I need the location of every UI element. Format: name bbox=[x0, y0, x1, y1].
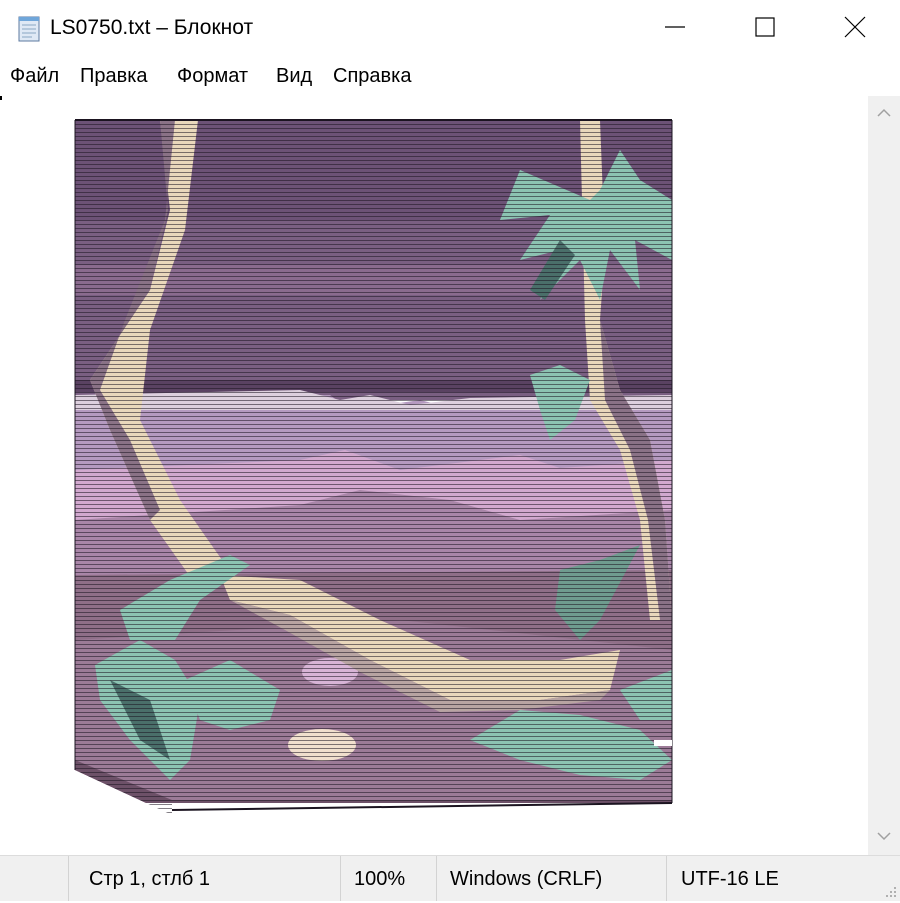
chevron-up-icon bbox=[877, 105, 891, 123]
menu-view[interactable]: Вид bbox=[274, 65, 314, 88]
minimize-button[interactable] bbox=[630, 0, 720, 58]
menu-bar: Файл Правка Формат Вид Справка bbox=[0, 58, 900, 96]
status-line-endings-label: Windows (CRLF) bbox=[450, 868, 603, 890]
title-bar[interactable]: LS0750.txt – Блокнот bbox=[0, 0, 900, 58]
status-encoding: UTF-16 LE bbox=[666, 856, 899, 901]
status-zoom: 100% bbox=[340, 856, 437, 901]
status-encoding-label: UTF-16 LE bbox=[681, 868, 779, 890]
close-button[interactable] bbox=[810, 0, 900, 58]
scroll-up-button[interactable] bbox=[868, 102, 900, 126]
ascii-art-image bbox=[74, 119, 673, 815]
scroll-down-button[interactable] bbox=[868, 825, 900, 849]
menu-file[interactable]: Файл bbox=[8, 65, 61, 88]
menu-format[interactable]: Формат bbox=[175, 65, 250, 88]
status-line-endings: Windows (CRLF) bbox=[436, 856, 667, 901]
status-cursor-position: Стр 1, стлб 1 bbox=[68, 856, 341, 901]
maximize-button[interactable] bbox=[720, 0, 810, 58]
window-title: LS0750.txt – Блокнот bbox=[50, 16, 254, 39]
menu-edit[interactable]: Правка bbox=[78, 65, 150, 88]
status-cursor-position-label: Стр 1, стлб 1 bbox=[89, 868, 211, 890]
close-icon bbox=[844, 16, 866, 43]
vertical-scrollbar[interactable] bbox=[868, 96, 900, 855]
text-caret bbox=[0, 96, 2, 100]
text-editor-area[interactable] bbox=[0, 96, 868, 855]
resize-grip-icon[interactable] bbox=[883, 884, 897, 898]
maximize-icon bbox=[755, 16, 775, 42]
menu-help[interactable]: Справка bbox=[331, 65, 413, 88]
status-bar: Стр 1, стлб 1 100% Windows (CRLF) UTF-16… bbox=[0, 855, 900, 901]
notepad-icon bbox=[16, 14, 42, 42]
minimize-icon bbox=[665, 17, 685, 42]
status-zoom-label: 100% bbox=[354, 868, 406, 890]
chevron-down-icon bbox=[877, 828, 891, 846]
